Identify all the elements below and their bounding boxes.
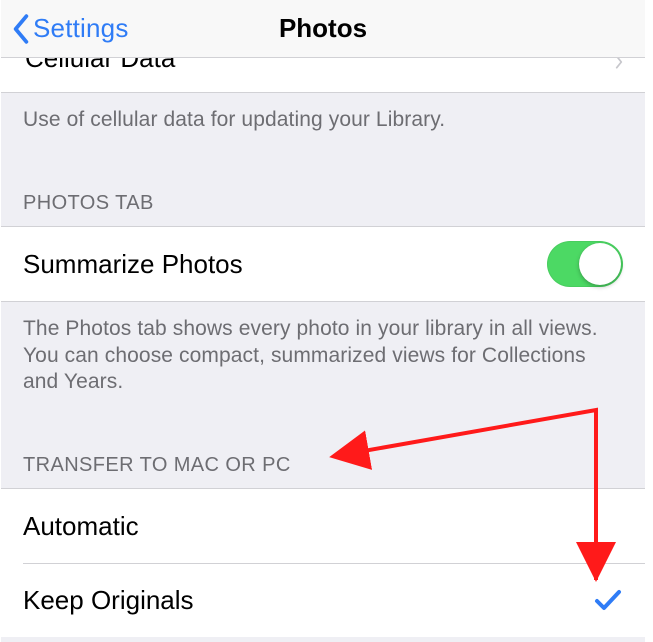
photos-tab-header: PHOTOS TAB: [1, 151, 645, 226]
summarize-photos-row[interactable]: Summarize Photos: [1, 227, 645, 301]
summarize-photos-label: Summarize Photos: [23, 249, 547, 280]
checkmark-icon: [593, 585, 623, 615]
photos-tab-group: Summarize Photos: [1, 226, 645, 302]
chevron-right-icon: [611, 58, 627, 70]
photos-tab-footer: The Photos tab shows every photo in your…: [1, 302, 645, 413]
cellular-data-label: Cellular Data: [25, 58, 175, 74]
transfer-option-label: Automatic: [23, 511, 623, 542]
back-button[interactable]: Settings: [11, 13, 129, 44]
summarize-photos-switch[interactable]: [547, 241, 623, 287]
transfer-option-automatic[interactable]: Automatic: [1, 489, 645, 563]
back-label: Settings: [33, 13, 129, 44]
cellular-footer: Use of cellular data for updating your L…: [1, 93, 645, 151]
transfer-header: TRANSFER TO MAC OR PC: [1, 413, 645, 488]
transfer-group: Automatic Keep Originals: [1, 488, 645, 637]
transfer-option-keep-originals[interactable]: Keep Originals: [1, 563, 645, 637]
cellular-data-row[interactable]: Cellular Data: [1, 58, 645, 93]
chevron-left-icon: [11, 14, 31, 44]
navigation-bar: Settings Photos: [1, 0, 645, 58]
switch-knob: [579, 243, 621, 285]
transfer-option-label: Keep Originals: [23, 585, 593, 616]
